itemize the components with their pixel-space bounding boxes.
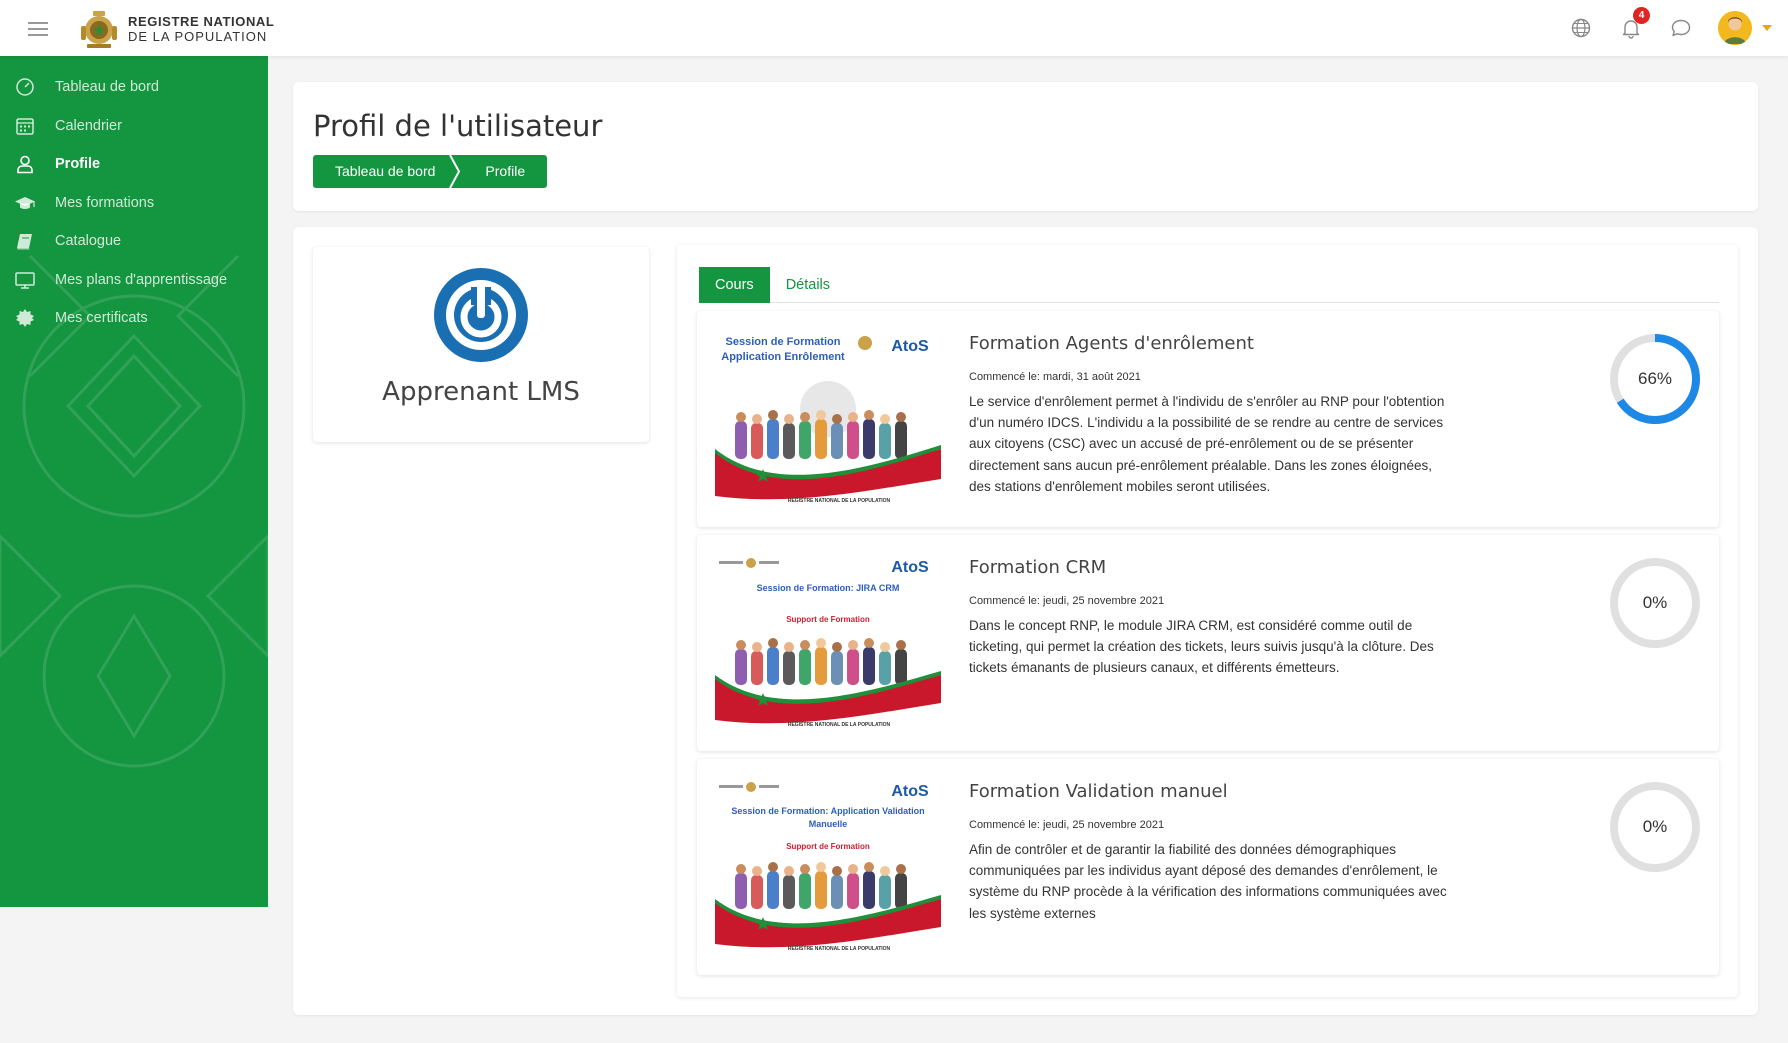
sidebar-item-label: Mes plans d'apprentissage [55,271,228,288]
course-thumbnail[interactable]: Session de Formation Application Enrôlem… [715,331,941,507]
page-title: Profil de l'utilisateur [313,109,603,143]
course-description: Afin de contrôler et de garantir la fiab… [969,842,1447,921]
logo[interactable]: REGISTRE NATIONAL DE LA POPULATION [78,8,274,50]
certificate-icon [14,307,36,329]
course-progress-label: 0% [1642,593,1668,612]
people-illustration [735,862,907,909]
thumbnail-title-line2: Manuelle [809,819,848,829]
thumbnail-support-label: Support de Formation [786,615,870,624]
logo-subtitle: DE LA POPULATION [128,29,268,44]
sidebar-item-label: Tableau de bord [55,79,159,96]
sidebar-item-calendrier[interactable]: Calendrier [0,107,268,146]
course-title[interactable]: Formation Agents d'enrôlement [969,333,1254,354]
sidebar-nav: Tableau de bord Calendrier Profile Mes f… [0,56,268,338]
menu-icon[interactable] [28,22,48,36]
power-logo-icon [434,268,528,362]
user-menu-caret-icon[interactable] [1762,25,1772,31]
thumbnail-footer: REGISTRE NATIONAL DE LA POPULATION [788,498,891,504]
breadcrumb-item-tableau-de-bord[interactable]: Tableau de bord [313,155,450,188]
user-icon [14,153,36,175]
logo-title: REGISTRE NATIONAL [128,14,275,29]
sidebar-item-mes-certificats[interactable]: Mes certificats [0,299,268,338]
thumbnail-footer: REGISTRE NATIONAL DE LA POPULATION [788,722,891,728]
breadcrumb: Tableau de bord Profile [313,155,548,188]
course-card[interactable]: AtoS Session de Formation: JIRA CRM Supp… [697,535,1719,751]
thumbnail-title-line2: Application Enrôlement [721,351,845,363]
tab-cours[interactable]: Cours [699,267,770,303]
people-illustration [735,410,907,459]
course-card[interactable]: AtoS Session de Formation: Application V… [697,759,1719,975]
course-progress-label: 0% [1642,817,1668,836]
thumbnail-brand: AtoS [891,559,929,576]
notifications-bell-icon[interactable]: 4 [1618,7,1650,41]
sidebar-item-catalogue[interactable]: Catalogue [0,222,268,261]
sidebar-item-profile[interactable]: Profile [0,145,268,184]
breadcrumb-item-profile[interactable]: Profile [461,155,548,188]
sidebar: Tableau de bord Calendrier Profile Mes f… [0,56,268,907]
profile-name: Apprenant LMS [382,377,580,407]
profile-tabs: Cours Détails [699,267,1719,303]
breadcrumb-separator-icon [449,155,462,188]
chat-icon[interactable] [1668,15,1694,41]
course-card[interactable]: Session de Formation Application Enrôlem… [697,311,1719,527]
course-thumbnail[interactable]: AtoS Session de Formation: Application V… [715,779,941,955]
course-start-date: Commencé le: mardi, 31 août 2021 [969,371,1141,383]
sidebar-item-label: Calendrier [55,117,122,134]
graduation-cap-icon [14,192,36,214]
thumbnail-title-line1: Session de Formation: Application Valida… [731,806,924,816]
course-thumbnail-image: Session de Formation Application Enrôlem… [715,331,941,507]
sidebar-item-label: Mes certificats [55,310,148,327]
course-thumbnail-image: AtoS Session de Formation: JIRA CRM Supp… [715,555,941,731]
profile-card: Apprenant LMS [313,247,649,442]
globe-icon[interactable] [1568,15,1594,41]
course-thumbnail[interactable]: AtoS Session de Formation: JIRA CRM Supp… [715,555,941,731]
calendar-icon [14,115,36,137]
top-bar: REGISTRE NATIONAL DE LA POPULATION 4 [0,0,1788,56]
thumbnail-support-label: Support de Formation [786,842,870,851]
course-title[interactable]: Formation Validation manuel [969,781,1228,802]
thumbnail-brand: AtoS [891,338,929,355]
thumbnail-brand: AtoS [891,783,929,800]
course-title[interactable]: Formation CRM [969,557,1106,578]
user-avatar[interactable] [1718,11,1752,45]
course-thumbnail-image: AtoS Session de Formation: Application V… [715,779,941,955]
course-start-date: Commencé le: jeudi, 25 novembre 2021 [969,819,1165,831]
course-description: Le service d'enrôlement permet à l'indiv… [969,394,1445,494]
courses-panel: Cours Détails Session de Formation Appli… [677,245,1738,997]
tab-details[interactable]: Détails [770,267,846,303]
course-description: Dans le concept RNP, le module JIRA CRM,… [969,618,1434,676]
people-illustration [735,638,907,685]
sidebar-item-mes-formations[interactable]: Mes formations [0,184,268,223]
course-progress-label: 66% [1637,369,1673,388]
thumbnail-title-line1: Session de Formation [726,336,841,348]
page-header-card: Profil de l'utilisateur Tableau de bord … [293,82,1758,211]
book-icon [14,230,36,252]
sidebar-item-label: Catalogue [55,233,122,250]
sidebar-item-label: Mes formations [55,194,155,211]
thumbnail-footer: REGISTRE NATIONAL DE LA POPULATION [788,946,891,952]
coat-of-arms-icon [81,11,117,48]
course-start-date: Commencé le: jeudi, 25 novembre 2021 [969,595,1165,607]
sidebar-item-tableau-de-bord[interactable]: Tableau de bord [0,68,268,107]
dashboard-icon [14,76,36,98]
notification-count-badge: 4 [1633,7,1650,24]
sidebar-item-label: Profile [55,156,101,173]
thumbnail-title: Session de Formation: JIRA CRM [757,583,900,593]
monitor-icon [14,269,36,291]
sidebar-item-mes-plans-dapprentissage[interactable]: Mes plans d'apprentissage [0,261,268,300]
profile-main-card: Apprenant LMS Cours Détails Session de F… [293,227,1758,1015]
